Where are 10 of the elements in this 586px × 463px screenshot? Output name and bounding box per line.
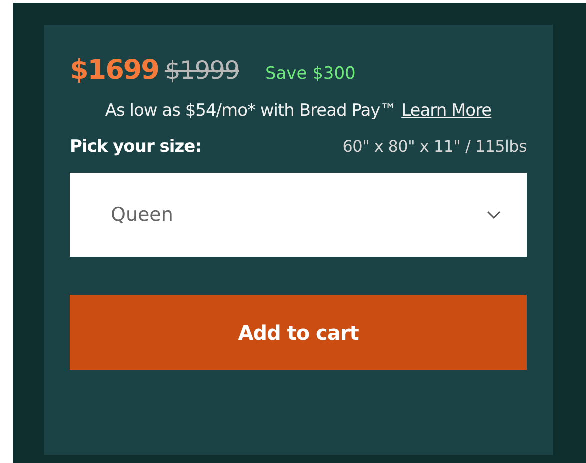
add-to-cart-button[interactable]: Add to cart [70,295,527,370]
sale-price: $1699 [70,55,159,86]
size-label: Pick your size: [70,137,202,157]
financing-text: As low as $54/mo* with Bread Pay™ Learn More [104,100,493,123]
size-select[interactable]: Queen [70,173,527,257]
original-price: $1999 [164,56,240,85]
dimensions-text: 60" x 80" x 11" / 115lbs [342,137,527,156]
chevron-down-icon [487,210,501,220]
savings-text: Save $300 [265,64,356,84]
learn-more-link[interactable]: Learn More [402,101,492,121]
